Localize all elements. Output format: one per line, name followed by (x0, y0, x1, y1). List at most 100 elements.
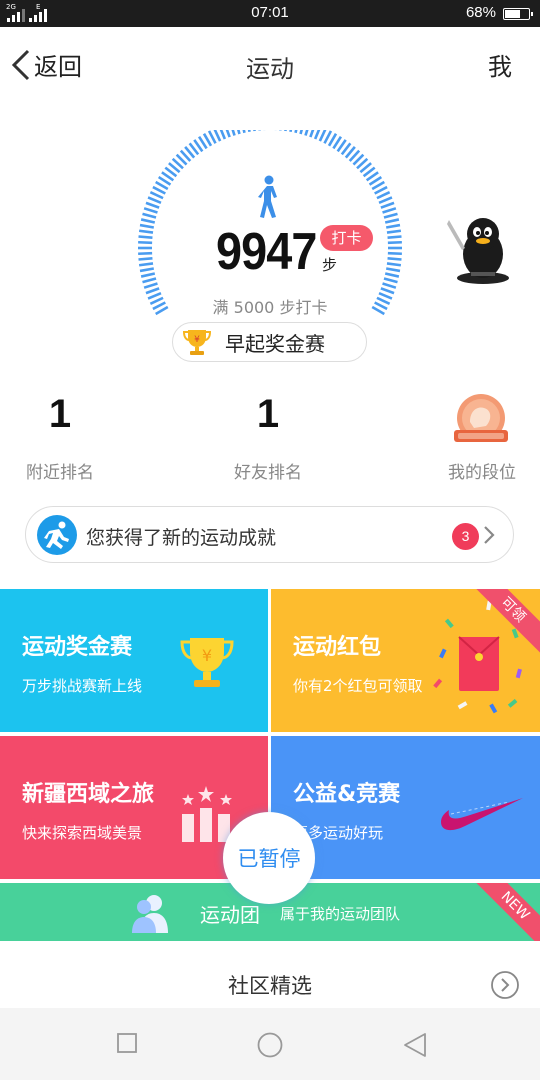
ring-tick (225, 130, 231, 138)
nearby-rank[interactable]: 1 附近排名 (20, 392, 100, 483)
app-header: 返回 运动 我 (0, 27, 540, 102)
tile-subtitle: 万步挑战赛新上线 (22, 677, 143, 695)
rank-medal-icon (454, 394, 508, 442)
tile-title: 公益&竞赛 (293, 782, 401, 807)
ring-tick (374, 185, 388, 195)
trophy-icon: ¥ (183, 330, 211, 355)
ring-tick (138, 256, 153, 261)
ring-tick (299, 130, 303, 135)
walking-person-icon (258, 175, 277, 218)
step-unit: 步 (322, 256, 338, 274)
swoosh-icon (441, 798, 523, 831)
ring-tick (242, 130, 246, 134)
ring-tick (387, 240, 402, 245)
friend-rank[interactable]: 1 好友排名 (228, 392, 308, 483)
new-ribbon: NEW (468, 883, 540, 941)
ring-tick (385, 223, 401, 229)
ring-tick (138, 251, 153, 256)
penguin-avatar-icon[interactable] (443, 210, 515, 286)
ring-tick (207, 130, 217, 144)
checkin-button[interactable]: 打卡 (320, 225, 373, 251)
ring-tick (237, 130, 241, 135)
early-race-button[interactable]: ¥ 早起奖金赛 (172, 322, 367, 362)
nearby-rank-label: 附近排名 (26, 463, 94, 483)
ring-tick (385, 267, 401, 273)
tile-subtitle: 快来探索西域美景 (22, 824, 143, 842)
ring-tick (386, 229, 402, 234)
ring-tick (138, 229, 154, 234)
ring-tick (387, 256, 402, 261)
ring-tick (380, 201, 395, 209)
ring-tick (323, 130, 333, 144)
ring-tick (145, 287, 160, 295)
ring-tick (384, 218, 400, 224)
ring-tick (140, 218, 156, 224)
ring-tick (387, 251, 402, 256)
ring-tick (383, 277, 398, 284)
ring-tick (138, 262, 154, 267)
running-man-icon (37, 515, 77, 555)
page-title: 运动 (246, 55, 294, 83)
clock: 07:01 (251, 4, 289, 21)
ring-tick (138, 235, 153, 240)
ring-tick (219, 130, 227, 140)
ring-tick (294, 130, 298, 134)
ring-tick (139, 223, 155, 229)
ring-tick (376, 191, 391, 200)
tile-red-packet[interactable]: 运动红包 你有2个红包可领取 可领 (271, 589, 540, 732)
team-label: 运动团 (200, 903, 260, 927)
paused-floating-button[interactable]: 已暂停 (223, 812, 315, 904)
achievement-count-badge: 3 (452, 523, 479, 550)
tile-title: 新疆西域之旅 (22, 782, 155, 807)
me-button[interactable]: 我 (488, 47, 512, 82)
ring-tick (383, 212, 398, 219)
ring-tick (382, 282, 397, 289)
ring-tick (145, 201, 160, 209)
team-subtitle: 属于我的运动团队 (280, 905, 401, 923)
svg-text:¥: ¥ (194, 335, 200, 345)
ring-tick (386, 262, 402, 267)
ring-tick (213, 130, 222, 142)
ring-tick (318, 130, 327, 142)
friend-rank-value: 1 (256, 392, 280, 436)
back-nav-button[interactable] (402, 1032, 428, 1058)
ring-tick (313, 130, 321, 140)
my-tier-label: 我的段位 (448, 463, 516, 483)
ring-tick (147, 196, 162, 205)
status-bar: 2G E 07:01 68% (0, 0, 540, 27)
ring-tick (289, 130, 293, 133)
ring-tick (378, 196, 393, 205)
system-nav-bar (0, 1008, 540, 1080)
ring-tick (143, 282, 158, 289)
ring-tick (309, 130, 315, 138)
friend-rank-label: 好友排名 (234, 463, 302, 483)
ring-tick (142, 212, 157, 219)
step-count: 9947 (216, 223, 317, 281)
ring-tick (304, 130, 309, 136)
chevron-right-icon (484, 526, 495, 544)
circle-chevron-icon[interactable] (490, 970, 520, 1000)
tile-bonus-race[interactable]: 运动奖金赛 万步挑战赛新上线 ¥ (0, 589, 268, 732)
svg-text:¥: ¥ (202, 646, 212, 665)
goal-text: 满 5000 步打卡 (212, 298, 328, 317)
achievement-text: 您获得了新的运动成就 (86, 527, 277, 549)
ring-tick (143, 207, 158, 214)
tile-subtitle: 你有2个红包可领取 (293, 677, 423, 695)
ring-tick (140, 272, 156, 278)
achievement-banner[interactable]: 您获得了新的运动成就 3 (25, 506, 514, 563)
trophy-icon: ¥ (180, 638, 234, 687)
nearby-rank-value: 1 (48, 392, 72, 436)
recents-button[interactable] (116, 1032, 138, 1054)
home-button[interactable] (256, 1032, 284, 1058)
race-label: 早起奖金赛 (225, 331, 325, 356)
ring-tick (253, 130, 256, 132)
tile-title: 运动奖金赛 (22, 635, 133, 660)
team-people-icon (132, 895, 168, 933)
tile-title: 运动红包 (293, 635, 382, 660)
ring-tick (284, 130, 287, 132)
ring-tick (380, 287, 395, 295)
ring-tick (384, 272, 400, 278)
battery-percent: 68% (465, 4, 496, 21)
ring-tick (231, 130, 236, 136)
ring-tick (149, 191, 164, 200)
